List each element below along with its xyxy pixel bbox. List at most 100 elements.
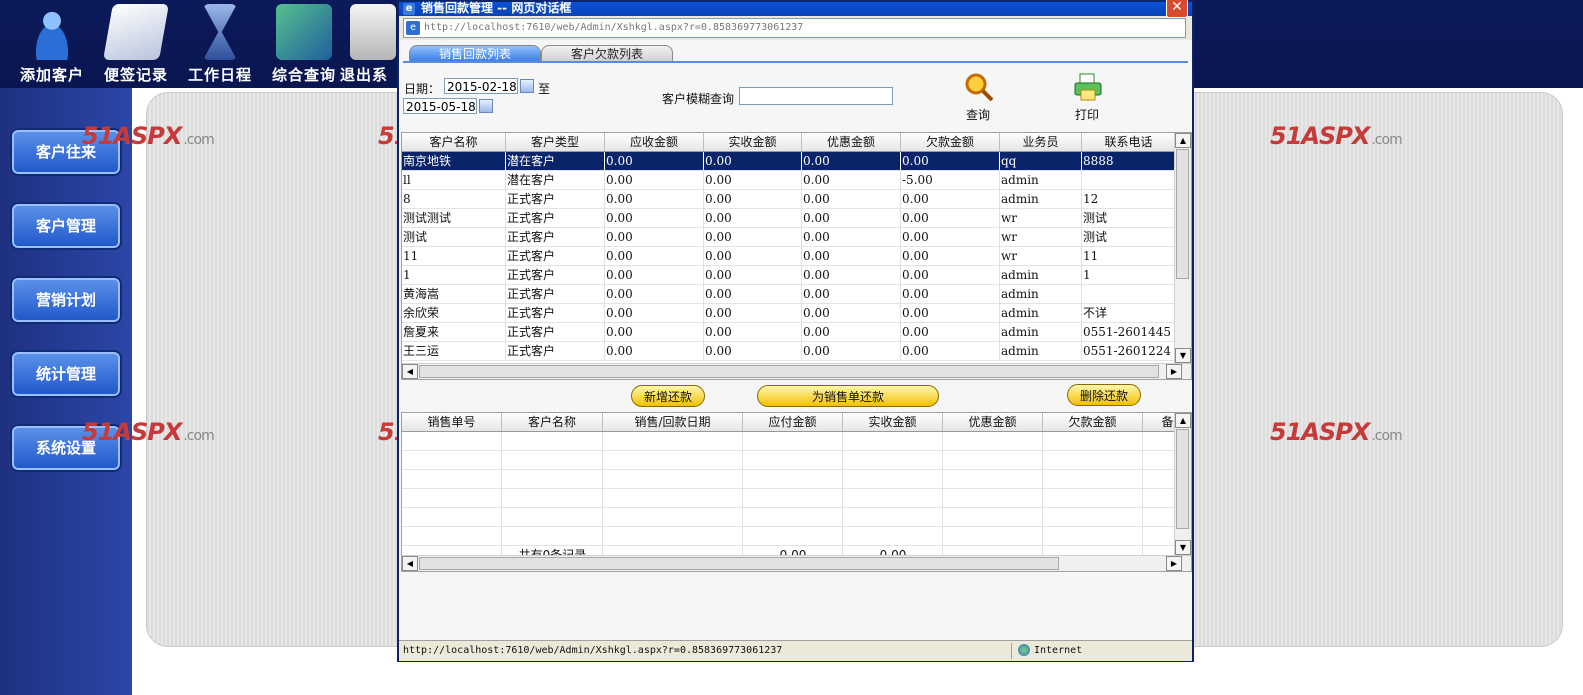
table-row[interactable]: 1 正式客户 0.00 0.00 0.00 0.00 admin 1 — [402, 266, 1176, 285]
close-button[interactable]: ✕ — [1166, 0, 1188, 18]
upper_grid-column-header[interactable]: 业务员 — [1000, 133, 1082, 151]
watermark-brand: 51ASPX — [82, 122, 182, 150]
table-row[interactable]: 王三运 正式客户 0.00 0.00 0.00 0.00 admin 0551-2601224 — [402, 342, 1176, 361]
upper_grid-column-header[interactable]: 联系电话 — [1082, 133, 1176, 151]
lower_grid-column-header[interactable]: 实收金额 — [843, 413, 943, 431]
table-cell: 0.00 — [704, 285, 802, 304]
table-row[interactable] — [402, 432, 1191, 451]
delete-payment-button[interactable]: 删除还款 — [1067, 384, 1141, 406]
table-row[interactable]: 测试测试 正式客户 0.00 0.00 0.00 0.00 wr 测试 — [402, 209, 1176, 228]
table-cell: 0.00 — [704, 228, 802, 247]
toolbar-query[interactable]: 综合查询 — [264, 4, 344, 85]
scroll-thumb[interactable] — [419, 365, 1159, 378]
table-row[interactable]: 测试 正式客户 0.00 0.00 0.00 0.00 wr 测试 — [402, 228, 1176, 247]
customer-search-input[interactable] — [739, 87, 893, 105]
upper_grid-column-header[interactable]: 客户名称 — [402, 133, 506, 151]
table-cell — [1043, 432, 1143, 451]
to-label: 至 — [538, 82, 551, 96]
calendar-icon[interactable] — [479, 99, 493, 113]
toolbar-schedule[interactable]: 工作日程 — [180, 4, 260, 85]
sidebar-item-statistics[interactable]: 统计管理 — [10, 350, 122, 398]
tab-payment-list[interactable]: 销售回款列表 — [409, 45, 541, 62]
table-cell: 0.00 — [704, 323, 802, 342]
table-cell — [1082, 285, 1176, 304]
table-row[interactable]: 黄海嵩 正式客户 0.00 0.00 0.00 0.00 admin — [402, 285, 1176, 304]
table-cell: 正式客户 — [506, 190, 605, 209]
table-row[interactable] — [402, 470, 1191, 489]
table-row[interactable]: 詹夏来 正式客户 0.00 0.00 0.00 0.00 admin 0551-2601445 — [402, 323, 1176, 342]
scroll-thumb[interactable] — [1176, 149, 1189, 279]
lower_grid-column-header[interactable]: 优惠金额 — [943, 413, 1043, 431]
table-row[interactable] — [402, 508, 1191, 527]
toolbar-label: 综合查询 — [271, 66, 336, 84]
table-cell — [843, 489, 943, 508]
table-cell — [843, 508, 943, 527]
calendar-icon[interactable] — [520, 79, 534, 93]
upper_grid-column-header[interactable]: 实收金额 — [704, 133, 802, 151]
add-payment-button[interactable]: 新增还款 — [631, 385, 705, 407]
scroll-left-icon[interactable]: ◀ — [402, 364, 418, 379]
query-button[interactable]: 查询 — [961, 72, 997, 122]
table-cell — [743, 508, 843, 527]
dialog-titlebar[interactable]: e 销售回款管理 -- 网页对话框 ✕ — [399, 0, 1192, 18]
upper_grid-column-header[interactable]: 客户类型 — [506, 133, 605, 151]
upper_grid-column-header[interactable]: 应收金额 — [605, 133, 704, 151]
payment-grid-hscroll[interactable]: ◀ ▶ — [402, 555, 1191, 571]
scroll-up-icon[interactable]: ▲ — [1175, 133, 1191, 148]
table-cell: admin — [1000, 323, 1082, 342]
tab-debt-list[interactable]: 客户欠款列表 — [541, 45, 673, 62]
table-row[interactable] — [402, 489, 1191, 508]
table-cell: -5.00 — [901, 171, 1000, 190]
scroll-down-icon[interactable]: ▼ — [1175, 540, 1191, 555]
date-from-input[interactable]: 2015-02-18 — [444, 78, 518, 94]
table-cell: admin — [1000, 285, 1082, 304]
table-cell — [1043, 527, 1143, 546]
upper_grid-column-header[interactable]: 优惠金额 — [802, 133, 901, 151]
table-row[interactable] — [402, 527, 1191, 546]
print-button[interactable]: 打印 — [1071, 72, 1107, 122]
status-bar: http://localhost:7610/web/Admin/Xshkgl.a… — [399, 640, 1192, 661]
lower_grid-column-header[interactable]: 销售单号 — [402, 413, 502, 431]
table-cell: 11 — [402, 247, 506, 266]
table-row[interactable]: 8 正式客户 0.00 0.00 0.00 0.00 admin 12 — [402, 190, 1176, 209]
customer-grid-hscroll[interactable]: ◀ ▶ — [402, 363, 1191, 379]
scroll-down-icon[interactable]: ▼ — [1175, 348, 1191, 363]
toolbar-exit[interactable]: 退出系 — [340, 4, 400, 85]
date-to-input[interactable]: 2015-05-18 — [403, 98, 477, 114]
table-cell: 0.00 — [802, 323, 901, 342]
lower_grid-column-header[interactable]: 欠款金额 — [1043, 413, 1143, 431]
scroll-up-icon[interactable]: ▲ — [1175, 413, 1191, 428]
payment-grid-vscroll[interactable]: ▲ ▼ — [1174, 413, 1191, 555]
table-cell: 测试测试 — [402, 209, 506, 228]
scroll-thumb[interactable] — [1176, 429, 1189, 529]
customer-grid-header: 客户名称 客户类型 应收金额 实收金额 优惠金额 欠款金额 业务员 联系电话 — [402, 133, 1176, 152]
table-cell: 0.00 — [802, 304, 901, 323]
toolbar-add-customer[interactable]: 添加客户 — [12, 4, 92, 85]
printer-icon — [1074, 73, 1102, 101]
upper_grid-column-header[interactable]: 欠款金额 — [901, 133, 1000, 151]
table-cell — [943, 451, 1043, 470]
watermark-brand: 51ASPX — [1270, 122, 1370, 150]
toolbar-label: 工作日程 — [187, 66, 252, 84]
scroll-right-icon[interactable]: ▶ — [1166, 556, 1182, 571]
table-row[interactable]: 11 正式客户 0.00 0.00 0.00 0.00 wr 11 — [402, 247, 1176, 266]
lower_grid-column-header[interactable]: 应付金额 — [743, 413, 843, 431]
table-cell: 0.00 — [704, 209, 802, 228]
pay-for-order-button[interactable]: 为销售单还款 — [757, 385, 939, 407]
table-row[interactable]: 南京地铁 潜在客户 0.00 0.00 0.00 0.00 qq 8888 — [402, 152, 1176, 171]
toolbar-notes[interactable]: 便签记录 — [96, 4, 176, 85]
table-row[interactable] — [402, 451, 1191, 470]
table-cell: 不详 — [1082, 304, 1176, 323]
scroll-right-icon[interactable]: ▶ — [1166, 364, 1182, 379]
customer-grid-vscroll[interactable]: ▲ ▼ — [1174, 133, 1191, 363]
table-row[interactable]: 余欣荣 正式客户 0.00 0.00 0.00 0.00 admin 不详 — [402, 304, 1176, 323]
lower_grid-column-header[interactable]: 客户名称 — [502, 413, 603, 431]
sidebar-item-customer-management[interactable]: 客户管理 — [10, 202, 122, 250]
lower_grid-column-header[interactable]: 销售/回款日期 — [603, 413, 743, 431]
sidebar-item-marketing-plan[interactable]: 营销计划 — [10, 276, 122, 324]
table-cell: 0.00 — [901, 304, 1000, 323]
table-row[interactable]: ll 潜在客户 0.00 0.00 0.00 -5.00 admin — [402, 171, 1176, 190]
scroll-thumb[interactable] — [419, 557, 1059, 570]
scroll-left-icon[interactable]: ◀ — [402, 556, 418, 571]
table-cell: 0.00 — [901, 285, 1000, 304]
